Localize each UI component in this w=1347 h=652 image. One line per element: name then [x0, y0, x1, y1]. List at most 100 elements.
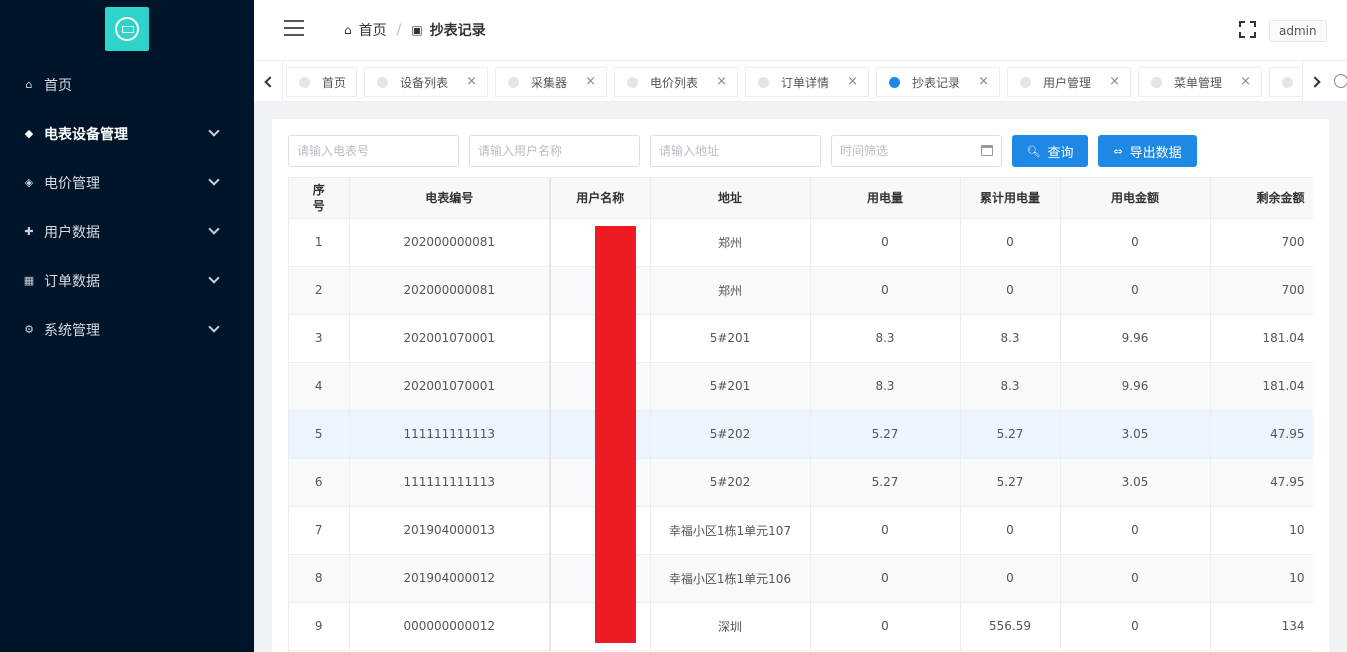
table-cell: 8.3: [960, 314, 1061, 363]
sidebar: ⌂ 首页 ◆ 电表设备管理 ◈ 电价管理 ✚ 用户数据 ▦ 订单数据 ⚙ 系统管理: [0, 0, 254, 652]
table-cell: 9.96: [1060, 362, 1211, 411]
sidebar-item-4[interactable]: ▦ 订单数据: [0, 256, 254, 305]
tab-label: 菜单管理: [1174, 75, 1223, 90]
table-cell: 0: [810, 602, 961, 651]
sidebar-item-1[interactable]: ◆ 电表设备管理: [0, 109, 254, 158]
table-cell: 5#202: [650, 410, 811, 459]
redaction-block: [595, 226, 636, 643]
column-header[interactable]: 用户名称: [550, 178, 651, 219]
sidebar-item-5[interactable]: ⚙ 系统管理: [0, 305, 254, 354]
table-cell: 181.04: [1210, 362, 1313, 411]
tab-7[interactable]: 菜单管理 ×: [1138, 67, 1262, 97]
tab-4[interactable]: 订单详情 ×: [745, 67, 869, 97]
table-cell: 0: [810, 554, 961, 603]
column-header[interactable]: 电表编号: [349, 178, 551, 219]
breadcrumb-home[interactable]: 首页: [359, 20, 387, 40]
tabs-scroll-left-icon[interactable]: [254, 61, 283, 102]
table-cell: 0: [1060, 266, 1211, 315]
column-header[interactable]: 用电量: [810, 178, 961, 219]
tab-label: 抄表记录: [912, 75, 961, 90]
sidebar-item-3[interactable]: ✚ 用户数据: [0, 207, 254, 256]
table-cell: 6: [289, 458, 350, 507]
table-row[interactable]: 1 202000000081 郑州 0 0 0 700: [289, 218, 1313, 267]
tabs-scroll-right-icon[interactable]: [1302, 61, 1331, 102]
table-row[interactable]: 2 202000000081 郑州 0 0 0 700: [289, 266, 1313, 315]
tab-3[interactable]: 电价列表 ×: [614, 67, 738, 97]
table-cell: 0: [960, 506, 1061, 555]
chevron-down-icon: [208, 272, 220, 284]
sidebar-item-label: 电价管理: [44, 175, 100, 192]
content-card: 🔍︎ 查询 ⇔ 导出数据 序号电表编号用户名称地址用电量累计用电量用电金额剩余金…: [272, 119, 1329, 652]
column-header[interactable]: 序号: [289, 178, 350, 219]
close-icon[interactable]: ×: [847, 75, 858, 88]
fullscreen-icon[interactable]: [1239, 21, 1256, 38]
table-row[interactable]: 6 111111111113 5#202 5.27 5.27 3.05 47.95: [289, 458, 1313, 507]
table-cell: 202001070001: [349, 314, 551, 363]
tab-8[interactable]: [1269, 67, 1301, 97]
sidebar-item-label: 首页: [44, 77, 72, 94]
tab-status-dot: [889, 76, 900, 88]
tab-status-dot: [299, 76, 310, 88]
user-name-input[interactable]: [469, 135, 640, 167]
table-cell: 7: [289, 506, 350, 555]
breadcrumb-current: 抄表记录: [429, 23, 486, 39]
sidebar-item-2[interactable]: ◈ 电价管理: [0, 158, 254, 207]
table-row[interactable]: 9 000000000012 深圳 0 556.59 0 134: [289, 602, 1313, 651]
column-header[interactable]: 累计用电量: [960, 178, 1061, 219]
tab-6[interactable]: 用户管理 ×: [1007, 67, 1131, 97]
chevron-down-icon: [208, 174, 220, 186]
sidebar-item-label: 用户数据: [44, 224, 100, 241]
breadcrumb: ⌂ 首页 / ▣ 抄表记录: [344, 20, 486, 40]
column-header[interactable]: 剩余金额: [1210, 178, 1313, 219]
column-header[interactable]: 地址: [650, 178, 811, 219]
address-input[interactable]: [650, 135, 821, 167]
menu-toggle-icon[interactable]: [284, 20, 304, 36]
table-row[interactable]: 8 201904000012 幸福小区1栋1单元106 0 0 0 10: [289, 554, 1313, 603]
table-cell: 5.27: [810, 410, 961, 459]
sidebar-item-0[interactable]: ⌂ 首页: [0, 60, 254, 109]
tab-label: 用户管理: [1043, 75, 1092, 90]
table-row[interactable]: 4 202001070001 5#201 8.3 8.3 9.96 181.04: [289, 362, 1313, 411]
table-cell: 201904000012: [349, 554, 551, 603]
table-cell: 8.3: [960, 362, 1061, 411]
close-icon[interactable]: ×: [1109, 75, 1120, 88]
meter-logo-icon[interactable]: [105, 7, 149, 51]
tabs-more-icon[interactable]: [1334, 74, 1347, 88]
chevron-down-icon: [208, 125, 220, 137]
table-cell: 5#201: [650, 362, 811, 411]
table-cell: 9: [289, 602, 350, 651]
table-cell: 134: [1210, 602, 1313, 651]
tab-1[interactable]: 设备列表 ×: [364, 67, 488, 97]
export-button-label: 导出数据: [1129, 145, 1182, 161]
sidebar-item-label: 电表设备管理: [44, 126, 128, 143]
table-cell: 幸福小区1栋1单元107: [650, 506, 811, 555]
export-button[interactable]: ⇔ 导出数据: [1098, 135, 1197, 167]
search-button[interactable]: 🔍︎ 查询: [1012, 135, 1088, 167]
table-cell: 8: [289, 554, 350, 603]
sidebar-menu: ⌂ 首页 ◆ 电表设备管理 ◈ 电价管理 ✚ 用户数据 ▦ 订单数据 ⚙ 系统管理: [0, 60, 254, 354]
tab-0[interactable]: 首页: [286, 67, 357, 97]
breadcrumb-separator: /: [396, 22, 402, 38]
top-header: ⌂ 首页 / ▣ 抄表记录 admin: [254, 0, 1347, 60]
table-row[interactable]: 7 201904000013 幸福小区1栋1单元107 0 0 0 10: [289, 506, 1313, 555]
column-header[interactable]: 用电金额: [1060, 178, 1211, 219]
table-cell: 郑州: [650, 266, 811, 315]
meter-number-input[interactable]: [288, 135, 459, 167]
table-row[interactable]: 5 111111111113 5#202 5.27 5.27 3.05 47.95: [289, 410, 1313, 459]
tab-5[interactable]: 抄表记录 ×: [876, 67, 1000, 97]
time-filter[interactable]: [831, 135, 1002, 167]
table-cell: 0: [1060, 554, 1211, 603]
table-cell: 0: [960, 266, 1061, 315]
close-icon[interactable]: ×: [716, 75, 727, 88]
close-icon[interactable]: ×: [466, 75, 477, 88]
table-cell: 0: [1060, 602, 1211, 651]
table-cell: 111111111113: [349, 458, 551, 507]
time-filter-input[interactable]: [831, 135, 1002, 167]
close-icon[interactable]: ×: [978, 75, 989, 88]
close-icon[interactable]: ×: [1240, 75, 1251, 88]
user-menu-button[interactable]: admin: [1269, 20, 1327, 42]
table-row[interactable]: 3 202001070001 5#201 8.3 8.3 9.96 181.04: [289, 314, 1313, 363]
close-icon[interactable]: ×: [585, 75, 596, 88]
tab-2[interactable]: 采集器 ×: [495, 67, 607, 97]
table-cell: 4: [289, 362, 350, 411]
